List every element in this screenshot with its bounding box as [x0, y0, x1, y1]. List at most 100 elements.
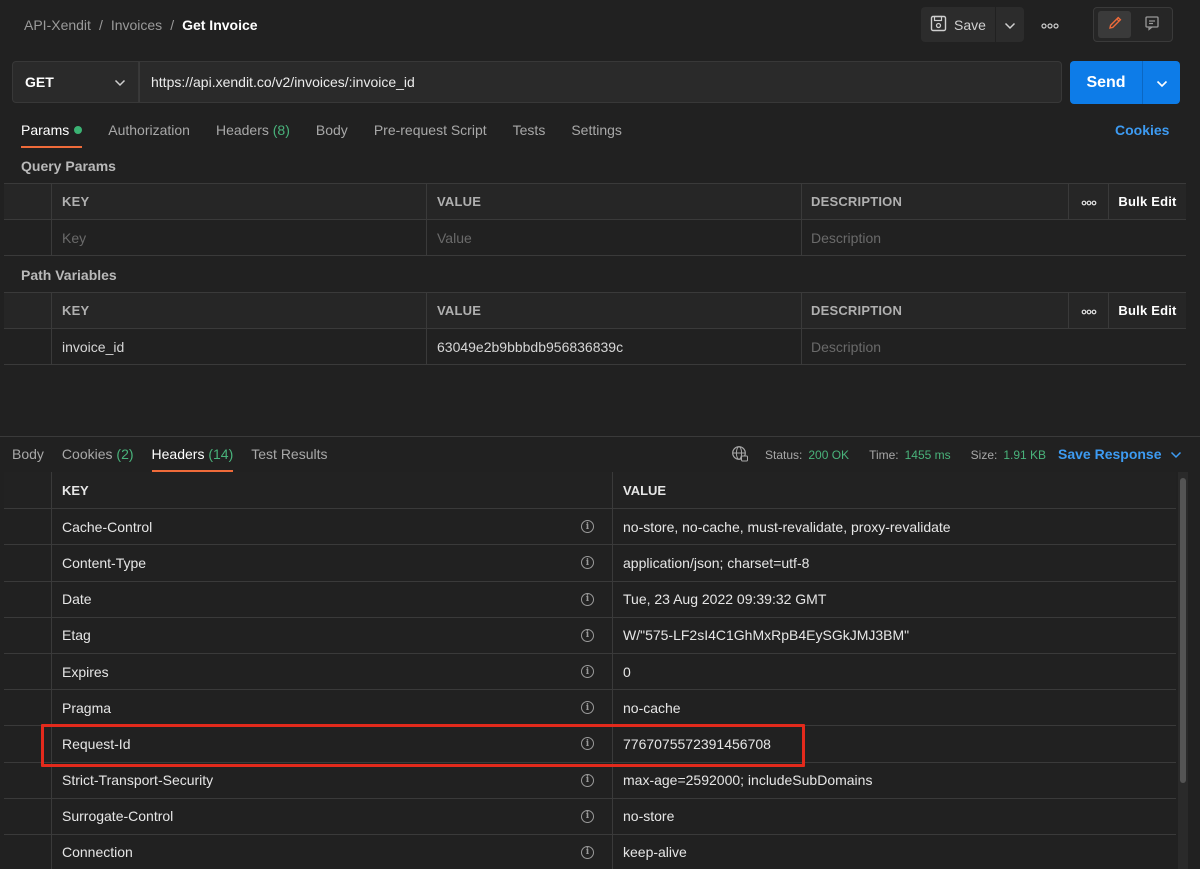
key-column-header: KEY	[52, 293, 427, 328]
status-value[interactable]: 200 OK	[808, 448, 849, 462]
query-params-table: KEY VALUE DESCRIPTION Bulk Edit Key Valu…	[4, 183, 1186, 256]
key-column-header-label: KEY	[62, 482, 89, 498]
header-key[interactable]: Request-Id	[62, 736, 130, 752]
header-value[interactable]: no-cache	[613, 690, 1176, 725]
header-value[interactable]: keep-alive	[613, 835, 1176, 869]
save-response-button[interactable]: Save Response	[1058, 446, 1182, 462]
time-value[interactable]: 1455 ms	[905, 448, 951, 462]
info-icon[interactable]: i	[581, 701, 594, 715]
chevron-down-icon	[1156, 75, 1168, 91]
key-input[interactable]: Key	[52, 220, 427, 255]
tab-authorization[interactable]: Authorization	[108, 122, 190, 148]
send-button[interactable]: Send	[1070, 61, 1180, 104]
table-row: Content-Type i application/json; charset=u…	[4, 544, 1176, 581]
response-meta: Status: 200 OK Time: 1455 ms Size: 1.91 …	[731, 445, 1046, 466]
info-icon[interactable]: i	[581, 520, 594, 534]
info-icon[interactable]: i	[581, 809, 594, 823]
header-key[interactable]: Cache-Control	[62, 519, 152, 535]
header-value[interactable]: 0	[613, 654, 1176, 689]
info-icon[interactable]: i	[581, 773, 594, 787]
breadcrumb-current-request[interactable]: Get Invoice	[182, 17, 257, 33]
params-active-dot	[74, 126, 83, 134]
chevron-down-icon	[114, 74, 126, 90]
header-key[interactable]: Content-Type	[62, 555, 146, 571]
comment-icon	[1144, 15, 1160, 34]
header-key[interactable]: Pragma	[62, 700, 111, 716]
header-value[interactable]: application/json; charset=utf-8	[613, 545, 1176, 580]
info-icon[interactable]: i	[581, 628, 594, 642]
breadcrumb-folder[interactable]: Invoices	[111, 17, 162, 33]
tab-body[interactable]: Body	[316, 122, 348, 148]
table-row: invoice_id 63049e2b9bbbdb956836839c Desc…	[4, 329, 1186, 365]
header-value[interactable]: Tue, 23 Aug 2022 09:39:32 GMT	[613, 582, 1176, 617]
info-icon[interactable]: i	[581, 665, 594, 679]
tab-response-body[interactable]: Body	[12, 446, 44, 472]
header-key-cell: Cache-Control i	[52, 509, 613, 545]
value-input[interactable]: Value	[427, 220, 802, 255]
table-row: Expires i 0	[4, 652, 1176, 690]
header-value[interactable]: max-age=2592000; includeSubDomains	[613, 763, 1176, 798]
header-key[interactable]: Strict-Transport-Security	[62, 772, 213, 788]
checkbox-column-header	[4, 184, 52, 219]
tab-prerequest-script[interactable]: Pre-request Script	[374, 122, 487, 148]
header-value[interactable]: W/"575-LF2sI4C1GhMxRpB4EySGkJMJ3BM"	[613, 618, 1176, 653]
tab-settings[interactable]: Settings	[571, 122, 622, 148]
table-row: Connection i keep-alive	[4, 833, 1176, 869]
tab-response-cookies[interactable]: Cookies (2)	[62, 446, 134, 472]
path-variable-value-input[interactable]: 63049e2b9bbbdb956836839c	[427, 329, 802, 364]
header-key-cell: Expires i	[52, 653, 613, 690]
header-value[interactable]: no-store	[613, 799, 1176, 834]
description-input[interactable]: Description	[802, 329, 1186, 364]
query-params-title: Query Params	[21, 158, 116, 174]
header-key-cell: Surrogate-Control i	[52, 798, 613, 834]
description-column-header: DESCRIPTION	[802, 184, 1069, 219]
tab-headers[interactable]: Headers (8)	[216, 122, 290, 148]
table-row: Strict-Transport-Security i max-age=259200…	[4, 761, 1176, 798]
tab-response-headers[interactable]: Headers (14)	[151, 446, 234, 472]
checkbox-column-header	[4, 293, 52, 328]
bulk-edit-button[interactable]: Bulk Edit	[1109, 184, 1186, 219]
tab-response-headers-count: (14)	[208, 446, 234, 462]
header-value[interactable]: no-store, no-cache, must-revalidate, pro…	[613, 509, 1176, 544]
bulk-edit-button[interactable]: Bulk Edit	[1109, 293, 1186, 328]
header-key[interactable]: Connection	[62, 844, 133, 860]
tab-test-results[interactable]: Test Results	[251, 446, 327, 472]
header-value[interactable]: 7767075572391456708	[613, 726, 1176, 761]
header-key[interactable]: Surrogate-Control	[62, 808, 173, 824]
method-value: GET	[25, 74, 54, 90]
size-value[interactable]: 1.91 KB	[1003, 448, 1046, 462]
column-options-button[interactable]	[1069, 293, 1109, 328]
tab-tests[interactable]: Tests	[513, 122, 546, 148]
tab-params[interactable]: Params	[21, 122, 83, 148]
header-key[interactable]: Etag	[62, 627, 91, 643]
url-input[interactable]: https://api.xendit.co/v2/invoices/:invoi…	[139, 61, 1062, 103]
header-key[interactable]: Date	[62, 591, 92, 607]
comment-mode-button[interactable]	[1136, 11, 1167, 38]
pane-divider[interactable]	[0, 436, 1200, 437]
header-key[interactable]: Expires	[62, 664, 109, 680]
cookies-link[interactable]: Cookies	[1115, 122, 1169, 138]
info-icon[interactable]: i	[581, 845, 594, 859]
info-icon[interactable]: i	[581, 556, 594, 570]
spacer-cell	[4, 726, 52, 762]
save-options-button[interactable]	[996, 7, 1024, 42]
method-select[interactable]: GET	[12, 61, 139, 103]
path-variable-key: invoice_id	[52, 329, 427, 364]
column-options-button[interactable]	[1069, 184, 1109, 219]
spacer-cell	[4, 653, 52, 690]
scrollbar-thumb[interactable]	[1180, 478, 1186, 783]
breadcrumb-collection[interactable]: API-Xendit	[24, 17, 91, 33]
info-icon[interactable]: i	[581, 592, 594, 606]
send-options-button[interactable]	[1143, 75, 1180, 91]
table-row: Request-Id i 7767075572391456708	[4, 725, 1176, 762]
globe-icon[interactable]	[731, 445, 749, 466]
tab-headers-label: Headers	[215, 122, 269, 138]
info-icon[interactable]: i	[581, 737, 594, 751]
request-tabs: Params Authorization Headers (8) Body Pr…	[21, 122, 622, 148]
edit-mode-button[interactable]	[1098, 11, 1131, 38]
more-icon	[1041, 16, 1059, 32]
tab-response-body-label: Body	[12, 446, 44, 462]
more-actions-button[interactable]	[1036, 12, 1064, 36]
description-input[interactable]: Description	[802, 220, 1186, 255]
save-button[interactable]: Save	[921, 7, 995, 42]
